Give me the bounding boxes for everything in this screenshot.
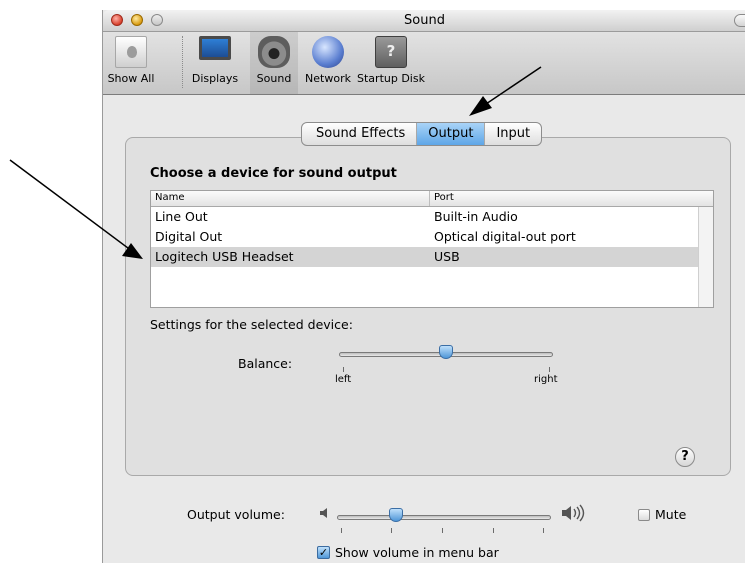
annotation-arrows (9, 66, 542, 259)
annotation-arrow-output (482, 66, 542, 107)
arrow-head-icon (469, 96, 492, 116)
annotation-arrow-device (9, 159, 129, 249)
